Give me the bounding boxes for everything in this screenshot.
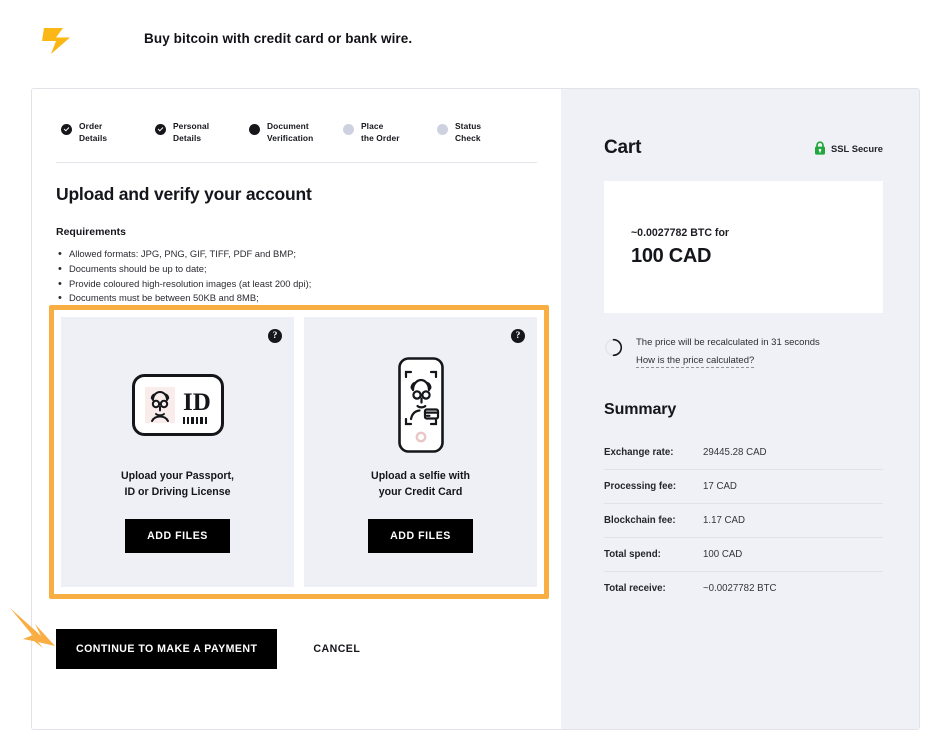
table-row: Total receive: ~0.0027782 BTC [604, 572, 883, 606]
stepper-step-label: Place the Order [361, 121, 400, 143]
header-tagline: Buy bitcoin with credit card or bank wir… [144, 31, 413, 47]
upload-section-highlight: ? ID Upload your Passport, ID or Driving… [49, 305, 549, 599]
summary-value: 17 CAD [703, 469, 883, 505]
cart-header: Cart SSL Secure [604, 137, 883, 159]
summary-title: Summary [604, 401, 677, 419]
list-item: Provide coloured high-resolution images … [56, 276, 537, 293]
table-row: Exchange rate: 29445.28 CAD [604, 436, 883, 471]
list-item: Documents should be up to date; [56, 261, 537, 278]
how-price-calculated-link[interactable]: How is the price calculated? [636, 355, 755, 369]
step-check-icon [61, 124, 72, 135]
cart-btc-amount: ~0.0027782 BTC for [631, 227, 730, 239]
step-active-dot-icon [249, 124, 260, 135]
table-row: Processing fee: 17 CAD [604, 469, 883, 505]
table-row: Blockchain fee: 1.17 CAD [604, 503, 883, 539]
cart-title: Cart [604, 137, 642, 158]
stepper-step-label: Personal Details [173, 121, 210, 143]
summary-label: Total spend: [604, 537, 703, 573]
summary-value: ~0.0027782 BTC [703, 583, 777, 595]
stepper-step-label: Order Details [79, 121, 108, 143]
summary-label: Processing fee: [604, 469, 703, 505]
summary-label: Blockchain fee: [604, 503, 703, 539]
step-pending-dot-icon [437, 124, 448, 135]
cart-price-box: ~0.0027782 BTC for 100 CAD [604, 181, 883, 313]
brand-logo[interactable] [26, 20, 82, 58]
svg-text:ID: ID [183, 389, 211, 416]
step-check-icon [155, 124, 166, 135]
selfie-with-card-icon [389, 357, 453, 453]
stepper-step-status-check: Status Check [437, 121, 513, 145]
progress-stepper: Order Details Personal Details Document … [56, 113, 537, 145]
summary-table: Exchange rate: 29445.28 CAD Processing f… [604, 436, 883, 605]
table-row: Total spend: 100 CAD [604, 537, 883, 573]
continue-to-payment-button[interactable]: CONTINUE TO MAKE A PAYMENT [56, 629, 278, 669]
list-item: Allowed formats: JPG, PNG, GIF, TIFF, PD… [56, 246, 537, 263]
stepper-step-place-the-order: Place the Order [343, 121, 419, 145]
circular-timer-icon [604, 338, 623, 357]
upload-card-caption: Upload a selfie with your Credit Card [371, 470, 470, 498]
upload-card-caption: Upload your Passport, ID or Driving Lice… [120, 470, 235, 498]
id-card-icon: ID [131, 357, 224, 453]
add-files-button-identity[interactable]: ADD FILES [125, 518, 230, 553]
page-header: Buy bitcoin with credit card or bank wir… [0, 0, 940, 78]
step-pending-dot-icon [343, 124, 354, 135]
summary-label: Exchange rate: [604, 436, 703, 471]
cancel-button[interactable]: CANCEL [313, 643, 360, 655]
stepper-step-document-verification[interactable]: Document Verification [249, 121, 325, 145]
summary-label: Total receive: [604, 583, 666, 595]
ssl-secure-badge: SSL Secure [814, 141, 883, 155]
green-padlock-icon [815, 141, 826, 155]
stepper-step-label: Document Verification [267, 121, 314, 143]
stepper-divider [56, 161, 537, 163]
price-recalculation-notice: The price will be recalculated in 31 sec… [604, 336, 883, 369]
requirements-list: Allowed formats: JPG, PNG, GIF, TIFF, PD… [56, 246, 537, 308]
upload-card-identity-document[interactable]: ? ID Upload your Passport, ID or Driving… [61, 317, 294, 587]
lightning-bolt-logo-icon [42, 28, 70, 54]
cart-fiat-amount: 100 CAD [631, 245, 712, 267]
stepper-step-label: Status Check [455, 121, 482, 143]
left-pane: Order Details Personal Details Document … [32, 89, 561, 729]
page-title: Upload and verify your account [56, 183, 312, 204]
recalculation-text: The price will be recalculated in 31 sec… [636, 337, 820, 348]
stepper-step-personal-details[interactable]: Personal Details [155, 121, 231, 145]
cart-pane: Cart SSL Secure ~0.0027782 BTC for 100 C… [561, 89, 919, 729]
upload-card-selfie[interactable]: ? Upload a selfie with your Credit Card … [304, 317, 537, 587]
stepper-step-order-details[interactable]: Order Details [61, 121, 137, 145]
summary-value: 29445.28 CAD [703, 436, 883, 471]
add-files-button-selfie[interactable]: ADD FILES [368, 518, 473, 553]
requirements-heading: Requirements [56, 225, 127, 238]
ssl-secure-label: SSL Secure [831, 142, 883, 154]
help-icon[interactable]: ? [268, 329, 282, 343]
help-icon[interactable]: ? [511, 329, 525, 343]
summary-value: 100 CAD [703, 537, 883, 573]
form-actions: CONTINUE TO MAKE A PAYMENT CANCEL [56, 629, 360, 669]
summary-value: 1.17 CAD [703, 503, 883, 539]
checkout-card: Order Details Personal Details Document … [31, 88, 920, 730]
